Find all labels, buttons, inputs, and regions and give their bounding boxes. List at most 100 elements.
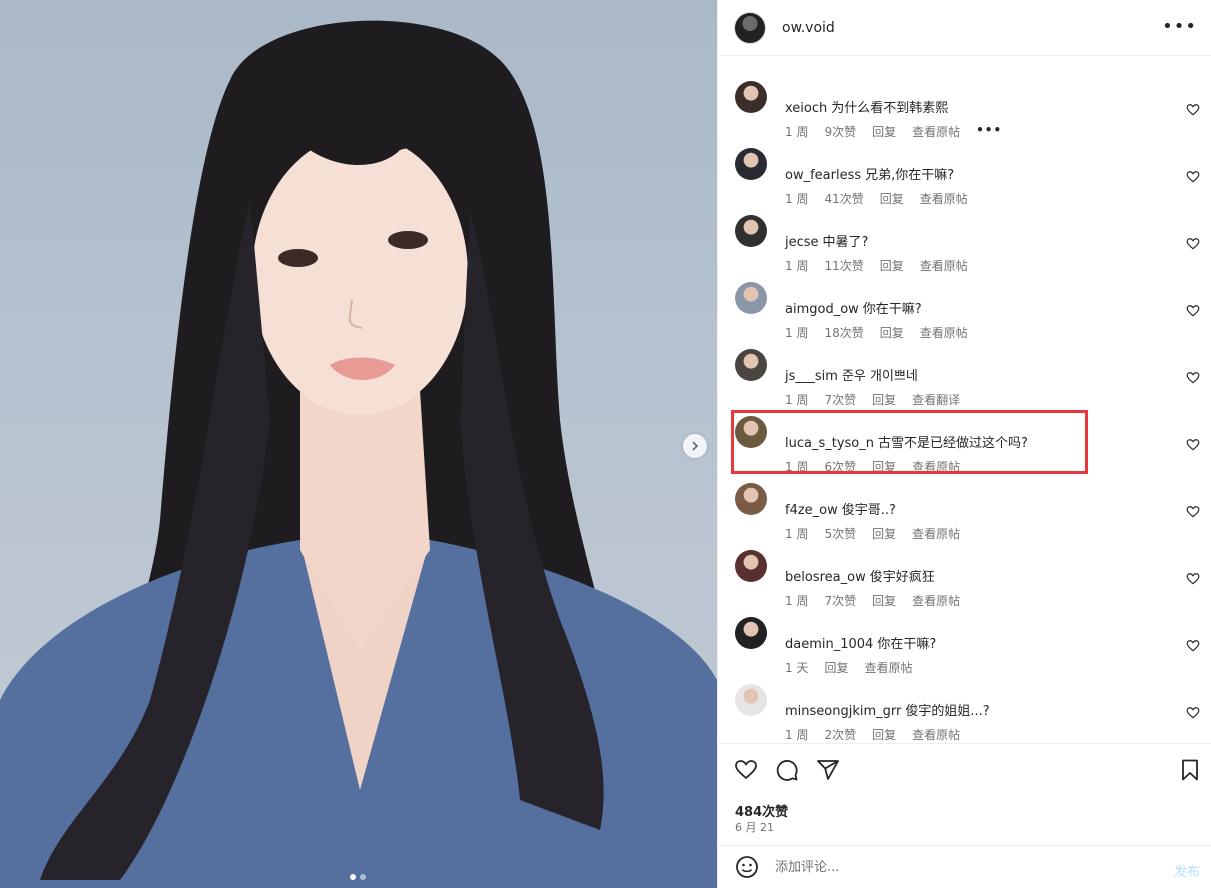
author-avatar[interactable] <box>734 11 766 44</box>
comment-likes[interactable]: 5次赞 <box>824 525 856 542</box>
comment-username[interactable]: ow_fearless <box>785 168 861 183</box>
view-original-button[interactable]: 查看原帖 <box>912 592 960 609</box>
comment-item: aimgod_ow 你在干嘛? 1 周 18次赞 回复 查看原帖 <box>718 274 1211 341</box>
view-original-button[interactable]: 查看原帖 <box>920 324 968 341</box>
view-original-button[interactable]: 查看原帖 <box>912 458 960 475</box>
comment-username[interactable]: belosrea_ow <box>785 570 866 585</box>
commenter-avatar[interactable] <box>735 148 767 180</box>
comment-like-icon[interactable] <box>1186 237 1200 251</box>
commenter-avatar[interactable] <box>735 416 767 448</box>
comment-meta: 1 周 18次赞 回复 查看原帖 <box>785 324 968 341</box>
reply-button[interactable]: 回复 <box>872 123 896 140</box>
comment-username[interactable]: js___sim <box>785 369 838 384</box>
view-original-button[interactable]: 查看原帖 <box>912 726 960 743</box>
author-username[interactable]: ow.void <box>782 20 835 36</box>
view-original-button[interactable]: 查看原帖 <box>864 659 912 676</box>
comment-time: 1 周 <box>785 259 809 273</box>
view-original-button[interactable]: 查看原帖 <box>912 123 960 140</box>
more-options-icon[interactable]: ••• <box>1162 18 1197 36</box>
commenter-avatar[interactable] <box>735 349 767 381</box>
comment-likes[interactable]: 2次赞 <box>824 726 856 743</box>
comment-more-icon[interactable]: ••• <box>976 123 1002 140</box>
comment-meta: 1 周 9次赞 回复 查看原帖 ••• <box>785 123 1002 140</box>
view-original-button[interactable]: 查看翻译 <box>912 391 960 408</box>
comment-likes[interactable]: 6次赞 <box>824 458 856 475</box>
comment-body: 古雪不是已经做过这个吗? <box>878 436 1028 451</box>
post-image <box>0 20 717 888</box>
comment-body: 中暑了? <box>822 235 869 250</box>
comment-like-icon[interactable] <box>1186 505 1200 519</box>
comment-time: 1 周 <box>785 393 809 407</box>
comment-like-icon[interactable] <box>1186 438 1200 452</box>
comment-likes[interactable]: 41次赞 <box>824 190 863 207</box>
share-icon[interactable] <box>816 758 840 782</box>
comment-username[interactable]: minseongjkim_grr <box>785 704 901 719</box>
comment-text-line: minseongjkim_grr 俊宇的姐姐...? <box>785 700 990 719</box>
comment-username[interactable]: jecse <box>785 235 819 250</box>
post-comment-button[interactable]: 发布 <box>1174 861 1200 880</box>
comment-like-icon[interactable] <box>1186 371 1200 385</box>
comment-likes[interactable]: 9次赞 <box>824 123 856 140</box>
reply-button[interactable]: 回复 <box>880 257 904 274</box>
comment-meta: 1 周 11次赞 回复 查看原帖 <box>785 257 968 274</box>
reply-button[interactable]: 回复 <box>872 726 896 743</box>
comment-username[interactable]: f4ze_ow <box>785 503 838 518</box>
commenter-avatar[interactable] <box>735 215 767 247</box>
reply-button[interactable]: 回复 <box>880 324 904 341</box>
comment-time: 1 周 <box>785 460 809 474</box>
comment-item: f4ze_ow 俊宇哥..? 1 周 5次赞 回复 查看原帖 <box>718 475 1211 542</box>
comment-text-line: xeioch 为什么看不到韩素熙 <box>785 97 948 116</box>
comment-meta: 1 周 7次赞 回复 查看原帖 <box>785 592 960 609</box>
reply-button[interactable]: 回复 <box>872 592 896 609</box>
next-image-button[interactable] <box>683 434 707 458</box>
heart-icon[interactable] <box>734 758 758 782</box>
comment-body: 俊宇哥..? <box>841 503 896 518</box>
comment-item: daemin_1004 你在干嘛? 1 天 回复 查看原帖 <box>718 609 1211 676</box>
comment-username[interactable]: xeioch <box>785 101 827 116</box>
reply-button[interactable]: 回复 <box>872 458 896 475</box>
reply-button[interactable]: 回复 <box>880 190 904 207</box>
comment-item: luca_s_tyso_n 古雪不是已经做过这个吗? 1 周 6次赞 回复 查看原帖 <box>718 408 1211 475</box>
comment-likes[interactable]: 11次赞 <box>824 257 863 274</box>
likes-count[interactable]: 484次赞 <box>735 801 788 820</box>
comment-item: js___sim 준우 개이쁘네 1 周 7次赞 回复 查看翻译 <box>718 341 1211 408</box>
comment-text-line: ow_fearless 兄弟,你在干嘛? <box>785 164 954 183</box>
commenter-avatar[interactable] <box>735 550 767 582</box>
bookmark-icon[interactable] <box>1178 758 1202 782</box>
comment-input[interactable] <box>775 859 1155 875</box>
view-original-button[interactable]: 查看原帖 <box>920 257 968 274</box>
reply-button[interactable]: 回复 <box>824 659 848 676</box>
comment-body: 준우 개이쁘네 <box>841 369 918 384</box>
comment-like-icon[interactable] <box>1186 639 1200 653</box>
comment-time: 1 周 <box>785 728 809 742</box>
comment-like-icon[interactable] <box>1186 572 1200 586</box>
comment-like-icon[interactable] <box>1186 103 1200 117</box>
emoji-icon[interactable] <box>735 855 759 879</box>
commenter-avatar[interactable] <box>735 282 767 314</box>
comment-username[interactable]: daemin_1004 <box>785 637 873 652</box>
post-actions: 484次赞 6 月 21 <box>718 743 1211 845</box>
comment-text-line: js___sim 준우 개이쁘네 <box>785 365 918 384</box>
comment-username[interactable]: luca_s_tyso_n <box>785 436 874 451</box>
comment-like-icon[interactable] <box>1186 304 1200 318</box>
carousel-dot <box>350 874 356 880</box>
view-original-button[interactable]: 查看原帖 <box>912 525 960 542</box>
comment-time: 1 天 <box>785 661 809 675</box>
commenter-avatar[interactable] <box>735 483 767 515</box>
comment-like-icon[interactable] <box>1186 706 1200 720</box>
comment-likes[interactable]: 18次赞 <box>824 324 863 341</box>
comment-icon[interactable] <box>775 758 799 782</box>
comment-likes[interactable]: 7次赞 <box>824 391 856 408</box>
comment-like-icon[interactable] <box>1186 170 1200 184</box>
comment-likes[interactable]: 7次赞 <box>824 592 856 609</box>
reply-button[interactable]: 回复 <box>872 391 896 408</box>
reply-button[interactable]: 回复 <box>872 525 896 542</box>
comment-body: 你在干嘛? <box>862 302 922 317</box>
post-sidebar: ow.void ••• xeioch 为什么看不到韩素熙 1 周 9次赞 回复 查看原帖 •… <box>717 0 1211 888</box>
comment-username[interactable]: aimgod_ow <box>785 302 859 317</box>
commenter-avatar[interactable] <box>735 617 767 649</box>
commenter-avatar[interactable] <box>735 684 767 716</box>
view-original-button[interactable]: 查看原帖 <box>920 190 968 207</box>
commenter-avatar[interactable] <box>735 81 767 113</box>
carousel-dot <box>360 874 366 880</box>
